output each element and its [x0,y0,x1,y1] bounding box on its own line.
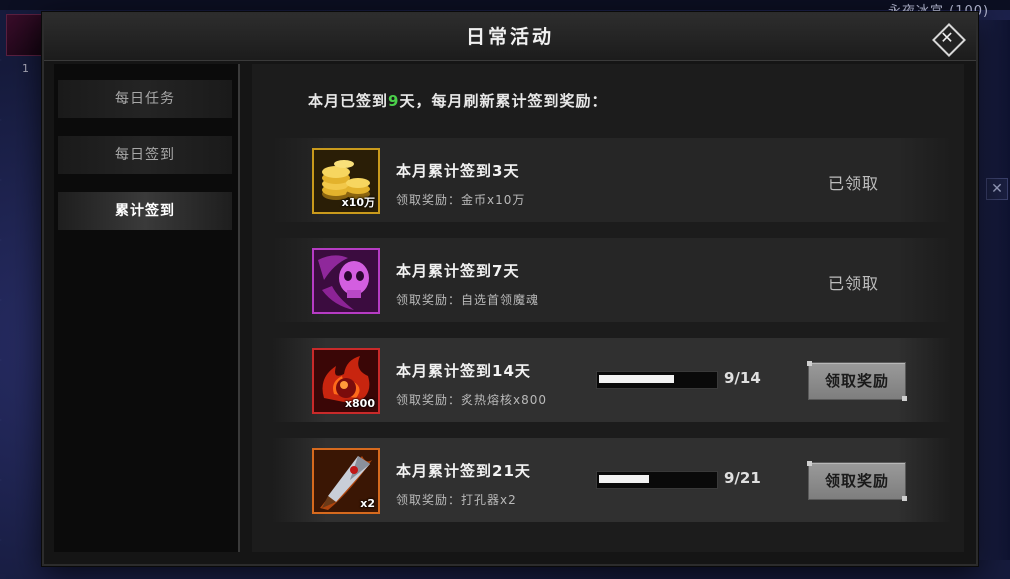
claim-reward-button[interactable]: 领取奖励 [807,461,907,501]
reward-quantity: x800 [344,397,375,410]
daily-activity-modal: 日常活动 ✕ 每日任务 每日签到 累计签到 本月已签到9天，每月刷新累计签到奖励… [42,12,978,566]
progress-text: 9/21 [724,469,761,487]
tab-daily-sign-in[interactable]: 每日签到 [58,136,232,174]
close-button[interactable]: ✕ [932,23,966,57]
reward-title: 本月累计签到7天 [396,262,520,280]
reward-description: 领取奖励：金币x10万 [396,193,526,207]
signed-days-count: 9 [388,92,400,110]
reward-quantity: x2 [360,497,375,510]
side-close-icon[interactable]: ✕ [986,178,1008,200]
claimed-status: 已领取 [828,174,880,193]
reward-description: 领取奖励：自选首领魔魂 [396,293,540,307]
reward-description: 领取奖励：炙热熔核x800 [396,393,548,407]
player-avatar[interactable] [6,14,44,56]
right-side-panel [976,20,1010,560]
avatar-level: 1 [22,62,29,75]
gold-coins-icon: x10万 [312,148,380,214]
sign-in-summary: 本月已签到9天，每月刷新累计签到奖励： [308,90,607,111]
close-icon: ✕ [940,28,954,47]
reward-row-21-days: x2 本月累计签到21天 领取奖励：打孔器x2 9/21 领取奖励 [272,438,952,522]
progress-fill [599,375,674,383]
claim-reward-button[interactable]: 领取奖励 [807,361,907,401]
claimed-status: 已领取 [828,274,880,293]
tab-daily-tasks[interactable]: 每日任务 [58,80,232,118]
sidebar: 每日任务 每日签到 累计签到 [54,64,240,552]
main-content: 本月已签到9天，每月刷新累计签到奖励： x10万 本月累计签到3天 领取奖励：金… [252,64,964,552]
reward-row-7-days: 本月累计签到7天 领取奖励：自选首领魔魂 已领取 [272,238,952,322]
summary-suffix: 天，每月刷新累计签到奖励： [399,92,608,110]
progress-fill [599,475,649,483]
progress-bar [596,471,718,489]
drill-icon: x2 [312,448,380,514]
tab-cumulative-sign-in[interactable]: 累计签到 [58,192,232,230]
skull-soul-icon [312,248,380,314]
modal-title: 日常活动 [465,26,554,48]
reward-title: 本月累计签到14天 [396,362,531,380]
reward-title: 本月累计签到3天 [396,162,520,180]
reward-row-14-days: x800 本月累计签到14天 领取奖励：炙热熔核x800 9/14 领取奖励 [272,338,952,422]
reward-row-3-days: x10万 本月累计签到3天 领取奖励：金币x10万 已领取 [272,138,952,222]
reward-title: 本月累计签到21天 [396,462,531,480]
progress-bar [596,371,718,389]
fire-core-icon: x800 [312,348,380,414]
top-bar [0,0,1010,10]
summary-prefix: 本月已签到 [308,92,389,110]
reward-description: 领取奖励：打孔器x2 [396,493,517,507]
progress-text: 9/14 [724,369,761,387]
reward-quantity: x10万 [341,196,375,209]
